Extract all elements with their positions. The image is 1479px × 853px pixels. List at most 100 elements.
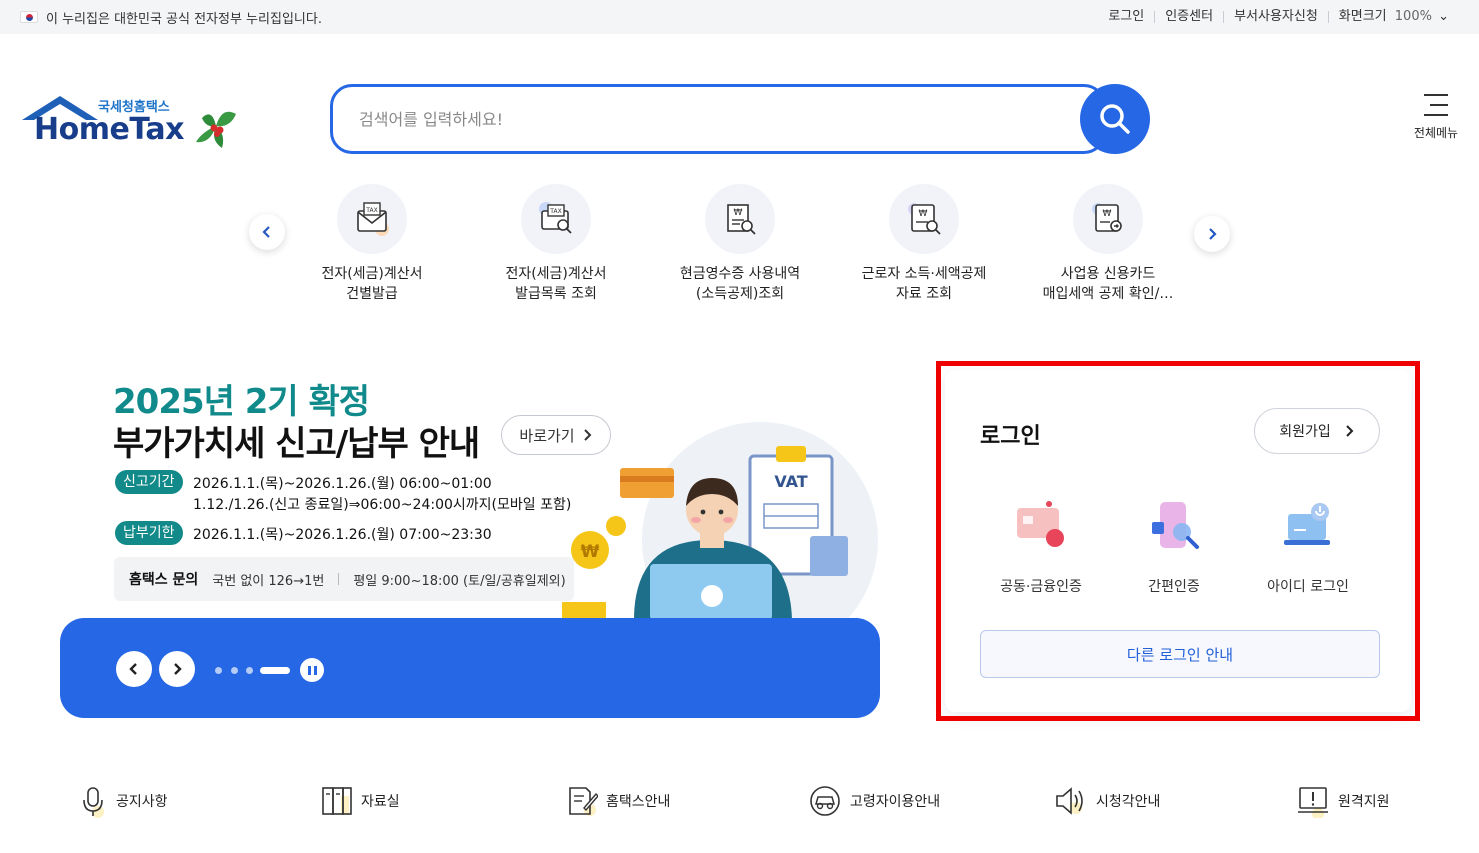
simple-auth-icon xyxy=(1152,502,1199,549)
chevron-left-icon xyxy=(262,226,270,238)
top-utility-bar: 이 누리집은 대한민국 공식 전자정부 누리집입니다. 로그인 인증센터 부서사… xyxy=(0,0,1479,34)
quick-item-label: 사업용 신용카드 매입세액 공제 확인/… xyxy=(1042,266,1174,302)
microphone-icon xyxy=(83,787,104,818)
korea-flag-icon xyxy=(20,11,38,23)
all-menu-button[interactable]: 전체메뉴 xyxy=(1406,94,1466,141)
bottom-menu-label: 원격지원 xyxy=(1338,794,1390,810)
holly-icon xyxy=(196,111,236,148)
inquiry-box: 홈택스 문의 국번 없이 126→1번 평일 9:00~18:00 (토/일/공… xyxy=(114,557,574,601)
remote-monitor-icon xyxy=(1298,787,1328,818)
cash-receipt-search-icon: ₩ xyxy=(705,184,775,254)
gov-notice: 이 누리집은 대한민국 공식 전자정부 누리집입니다. xyxy=(20,8,322,27)
gov-notice-text: 이 누리집은 대한민국 공식 전자정부 누리집입니다. xyxy=(46,11,322,27)
tax-invoice-envelope-icon: TAX xyxy=(337,184,407,254)
zoom-value: 100% xyxy=(1394,9,1432,24)
chevron-right-icon xyxy=(174,663,182,675)
quick-item-tax-invoice-list[interactable]: TAX 전자(세금)계산서 발급목록 조회 xyxy=(476,184,636,304)
bottom-menu-audiovisual[interactable]: 시청각안내 xyxy=(1054,782,1160,820)
speaker-icon xyxy=(1056,787,1083,815)
pause-icon xyxy=(307,665,311,675)
banner-title-line2: 부가가치세 신고/납부 안내 xyxy=(113,424,480,464)
search-input[interactable] xyxy=(359,105,1059,133)
signup-label: 회원가입 xyxy=(1279,424,1331,440)
logo-english-text: HomeTax xyxy=(34,112,185,147)
bottom-menu-label: 공지사항 xyxy=(116,794,168,810)
quick-item-income-deduction[interactable]: ₩ 근로자 소득·세액공제 자료 조회 xyxy=(844,184,1004,304)
top-links: 로그인 인증센터 부서사용자신청 화면크기 100% ⌄ xyxy=(1098,9,1459,24)
quick-item-label: 근로자 소득·세액공제 자료 조회 xyxy=(861,266,987,302)
banner-indicator-dot[interactable] xyxy=(246,667,253,674)
banner-indicator-dot[interactable] xyxy=(215,667,222,674)
bottom-menu-label: 고령자이용안내 xyxy=(850,794,941,810)
id-login-laptop-icon xyxy=(1284,503,1330,545)
hamburger-icon xyxy=(1424,94,1448,116)
svg-text:VAT: VAT xyxy=(774,472,807,491)
login-option-simple[interactable]: 간편인증 xyxy=(1114,496,1234,596)
svg-text:₩: ₩ xyxy=(919,209,928,219)
chevron-left-icon xyxy=(129,663,137,675)
quick-prev-button[interactable] xyxy=(249,214,285,250)
banner-indicator-active[interactable] xyxy=(260,667,290,674)
vat-illustration: ₩ VAT xyxy=(562,422,878,620)
hometax-logo[interactable]: 국세청홈택스 HomeTax xyxy=(20,94,240,156)
quick-item-tax-invoice-issue[interactable]: TAX 전자(세금)계산서 건별발급 xyxy=(292,184,452,304)
svg-text:TAX: TAX xyxy=(549,208,561,215)
banner-prev-button[interactable] xyxy=(116,651,152,687)
banner-next-button[interactable] xyxy=(159,651,195,687)
bottom-menu-label: 시청각안내 xyxy=(1096,794,1161,810)
login-option-id[interactable]: 아이디 로그인 xyxy=(1248,496,1368,596)
banner-indicator-dot[interactable] xyxy=(231,667,238,674)
bottom-menu-label: 홈택스안내 xyxy=(606,794,671,810)
chevron-down-icon: ⌄ xyxy=(1438,9,1449,24)
top-link-login[interactable]: 로그인 xyxy=(1098,10,1154,23)
svg-text:₩: ₩ xyxy=(581,542,600,562)
income-deduction-search-icon: ₩ xyxy=(889,184,959,254)
search-box xyxy=(330,84,1106,154)
login-option-label: 아이디 로그인 xyxy=(1267,579,1349,595)
login-option-label: 공동·금융인증 xyxy=(1000,579,1082,595)
quick-item-business-card[interactable]: ₩ 사업용 신용카드 매입세액 공제 확인/… xyxy=(1028,184,1188,304)
quick-item-label: 현금영수증 사용내역 (소득공제)조회 xyxy=(679,266,801,302)
chevron-right-icon xyxy=(1346,425,1354,437)
archive-icon xyxy=(322,787,352,815)
business-card-icon: ₩ xyxy=(1073,184,1143,254)
search-button[interactable] xyxy=(1080,84,1150,154)
certificate-card-icon xyxy=(1017,501,1064,547)
zoom-control[interactable]: 화면크기 100% ⌄ xyxy=(1327,9,1459,24)
banner-pause-button[interactable] xyxy=(300,658,324,682)
payment-deadline-line: 2026.1.1.(목)~2026.1.26.(월) 07:00~23:30 xyxy=(193,527,492,543)
svg-text:₩: ₩ xyxy=(734,208,743,218)
bottom-menu-guide[interactable]: 홈택스안내 xyxy=(566,782,670,820)
login-option-label: 간편인증 xyxy=(1148,579,1200,595)
quick-next-button[interactable] xyxy=(1194,216,1230,252)
svg-text:₩: ₩ xyxy=(1103,209,1112,219)
login-title: 로그인 xyxy=(980,424,1041,449)
elderly-car-icon xyxy=(810,786,840,816)
report-period-line2: 1.12./1.26.(신고 종료일)⇒06:00~24:00시까지(모바일 포… xyxy=(193,497,572,513)
inquiry-phone: 국번 없이 126→1번 xyxy=(212,573,325,589)
bottom-menu-notice[interactable]: 공지사항 xyxy=(80,782,168,820)
bottom-menu-elderly[interactable]: 고령자이용안내 xyxy=(808,782,940,820)
top-link-dept-user[interactable]: 부서사용자신청 xyxy=(1223,10,1328,23)
svg-text:TAX: TAX xyxy=(365,207,377,214)
search-icon xyxy=(1100,104,1130,134)
quick-item-label: 전자(세금)계산서 발급목록 조회 xyxy=(505,266,607,302)
report-period-tag: 신고기간 xyxy=(115,470,183,494)
inquiry-label: 홈택스 문의 xyxy=(129,572,199,588)
bottom-menu-remote[interactable]: 원격지원 xyxy=(1296,782,1390,820)
login-option-certificate[interactable]: 공동·금융인증 xyxy=(981,496,1101,596)
bottom-menu-archive[interactable]: 자료실 xyxy=(321,782,400,820)
all-menu-label: 전체메뉴 xyxy=(1413,126,1459,140)
quick-item-cash-receipt[interactable]: ₩ 현금영수증 사용내역 (소득공제)조회 xyxy=(660,184,820,304)
document-edit-icon xyxy=(569,787,598,816)
report-period-line1: 2026.1.1.(목)~2026.1.26.(월) 06:00~01:00 xyxy=(193,476,492,492)
zoom-label: 화면크기 xyxy=(1338,9,1387,24)
chevron-right-icon xyxy=(1209,228,1217,240)
payment-deadline-tag: 납부기한 xyxy=(115,521,183,545)
signup-button[interactable]: 회원가입 xyxy=(1254,408,1380,454)
quick-item-label: 전자(세금)계산서 건별발급 xyxy=(321,266,423,302)
divider xyxy=(338,573,340,585)
bottom-menu-label: 자료실 xyxy=(361,794,400,810)
other-login-guide-button[interactable]: 다른 로그인 안내 xyxy=(980,630,1380,678)
top-link-cert-center[interactable]: 인증센터 xyxy=(1154,10,1223,23)
